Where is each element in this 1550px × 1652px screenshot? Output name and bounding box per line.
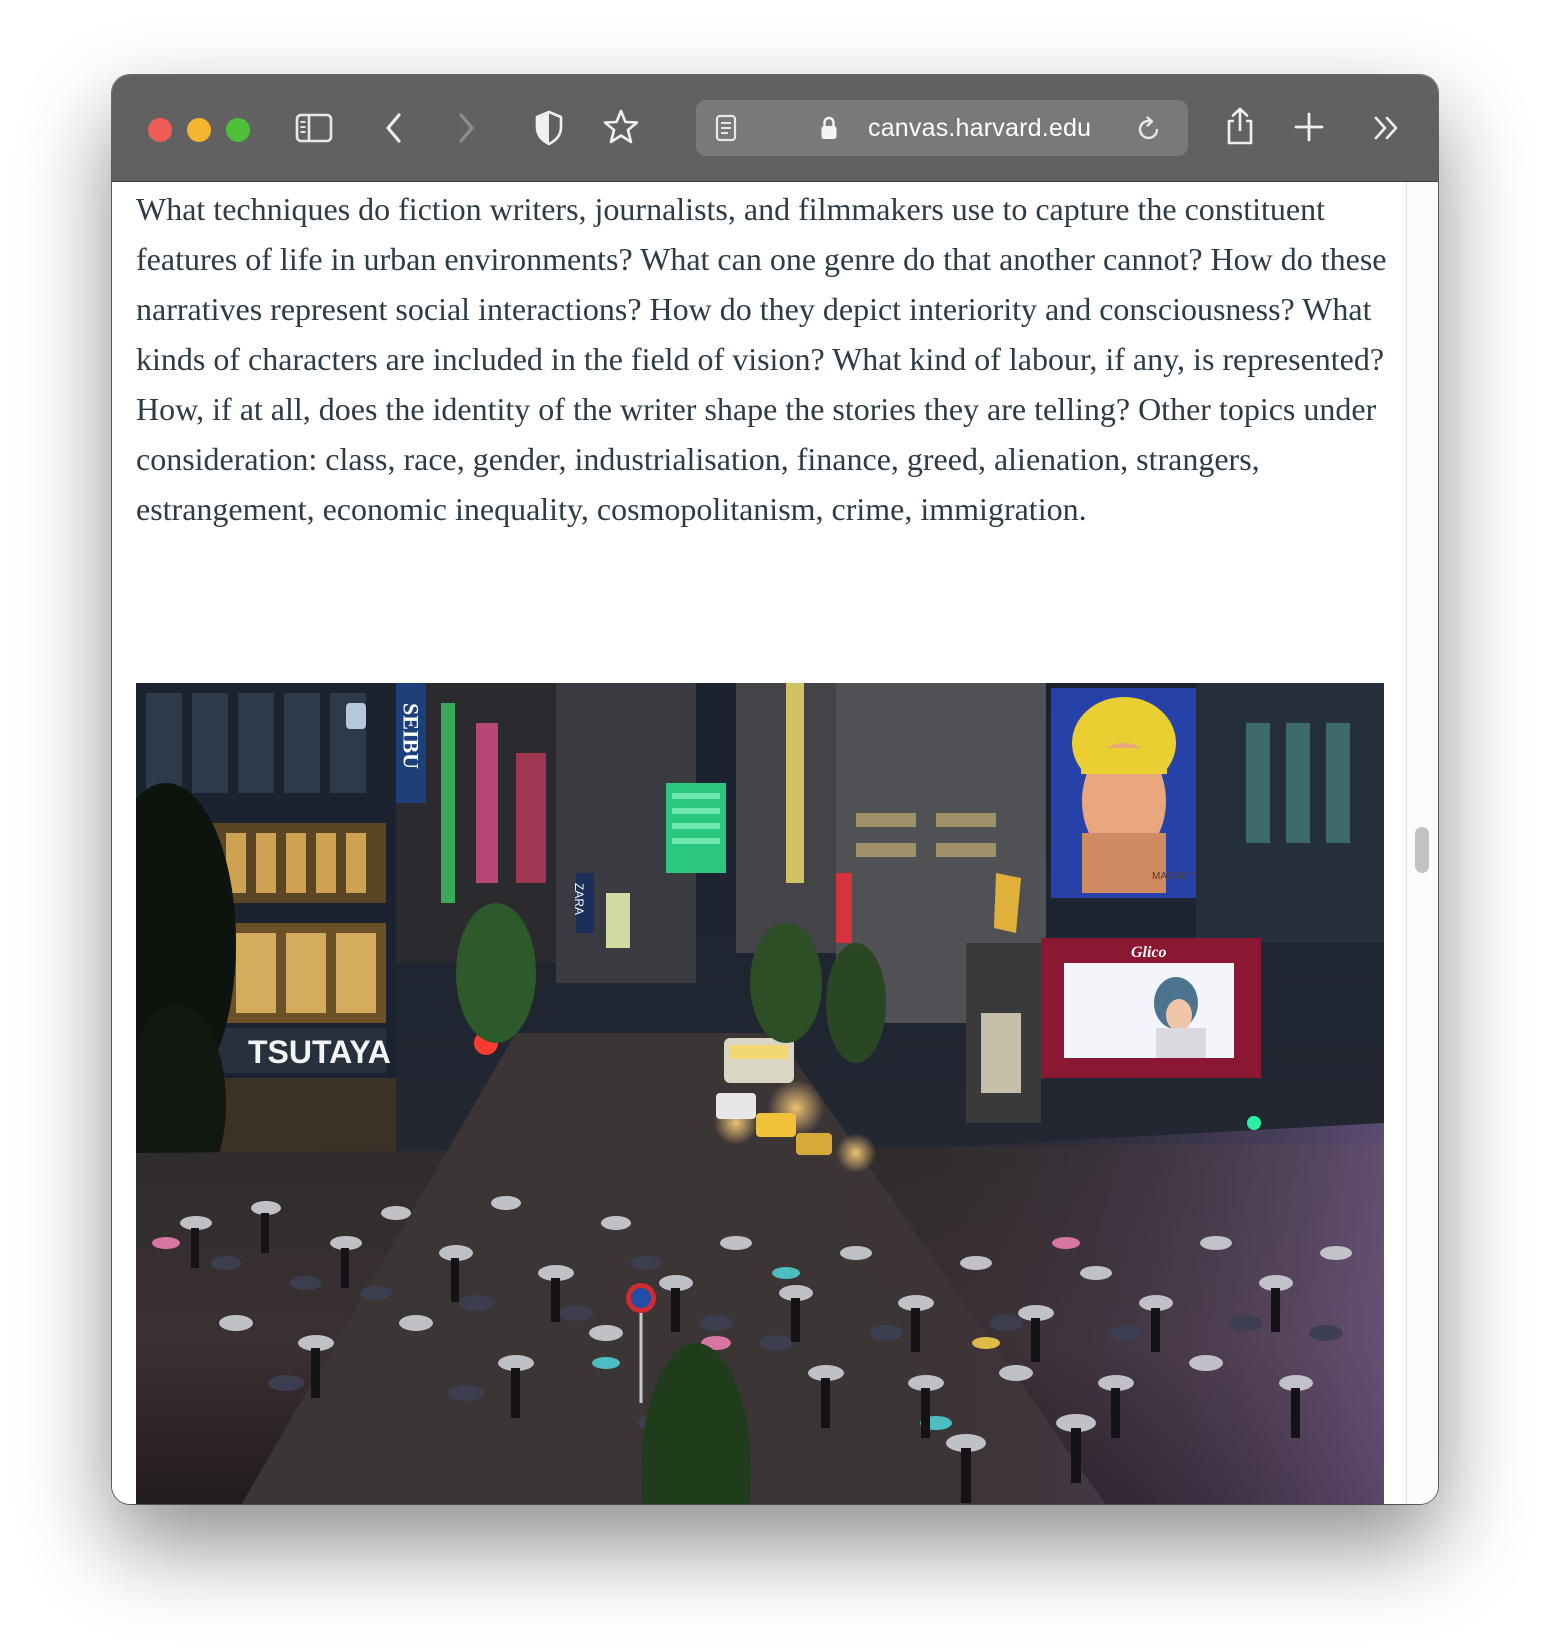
new-tab-button[interactable] xyxy=(1286,104,1332,150)
tsutaya-sign: TSUTAYA xyxy=(248,1034,391,1070)
address-bar[interactable]: canvas.harvard.edu xyxy=(696,100,1188,156)
magnet-billboard-label: MAGNET xyxy=(1152,871,1195,882)
share-icon xyxy=(1227,107,1253,145)
zoom-window-button[interactable] xyxy=(226,118,250,142)
page-icon xyxy=(715,114,737,142)
page-content: What techniques do fiction writers, jour… xyxy=(112,182,1438,1504)
bookmark-button[interactable] xyxy=(597,103,645,151)
double-chevron-icon xyxy=(1374,116,1398,140)
sidebar-toggle-button[interactable] xyxy=(292,106,336,150)
chevron-left-icon xyxy=(386,113,401,143)
privacy-report-button[interactable] xyxy=(526,105,572,151)
glico-sign: Glico xyxy=(1131,944,1167,961)
url-text: canvas.harvard.edu xyxy=(868,114,1092,142)
zara-vertical-sign: ZARA xyxy=(572,883,586,915)
back-button[interactable] xyxy=(372,106,416,150)
share-button[interactable] xyxy=(1217,101,1263,151)
close-window-button[interactable] xyxy=(148,118,172,142)
browser-window: canvas.harvard.edu What techniques do fi… xyxy=(112,75,1438,1504)
plus-icon xyxy=(1294,112,1324,142)
minimize-window-button[interactable] xyxy=(187,118,211,142)
reload-icon xyxy=(1138,116,1159,140)
lock-icon xyxy=(821,116,837,139)
tab-overview-button[interactable] xyxy=(1364,105,1410,151)
forward-button[interactable] xyxy=(444,106,488,150)
reader-view-button[interactable] xyxy=(708,110,744,146)
seibu-sign: SEIBU xyxy=(399,703,424,769)
course-description: What techniques do fiction writers, jour… xyxy=(136,191,1387,527)
street-scene-image: TSUTAYA SEIBU ZARA MAGNET Glico xyxy=(136,683,1384,1504)
browser-toolbar: canvas.harvard.edu xyxy=(112,75,1438,182)
star-icon xyxy=(603,109,639,144)
sidebar-icon xyxy=(295,113,333,143)
chevron-right-icon xyxy=(459,113,474,143)
shield-icon xyxy=(535,110,563,146)
reload-button[interactable] xyxy=(1132,112,1166,146)
scrollbar-thumb[interactable] xyxy=(1415,827,1429,873)
city-crossing-photo: TSUTAYA SEIBU ZARA MAGNET Glico xyxy=(136,683,1384,1504)
